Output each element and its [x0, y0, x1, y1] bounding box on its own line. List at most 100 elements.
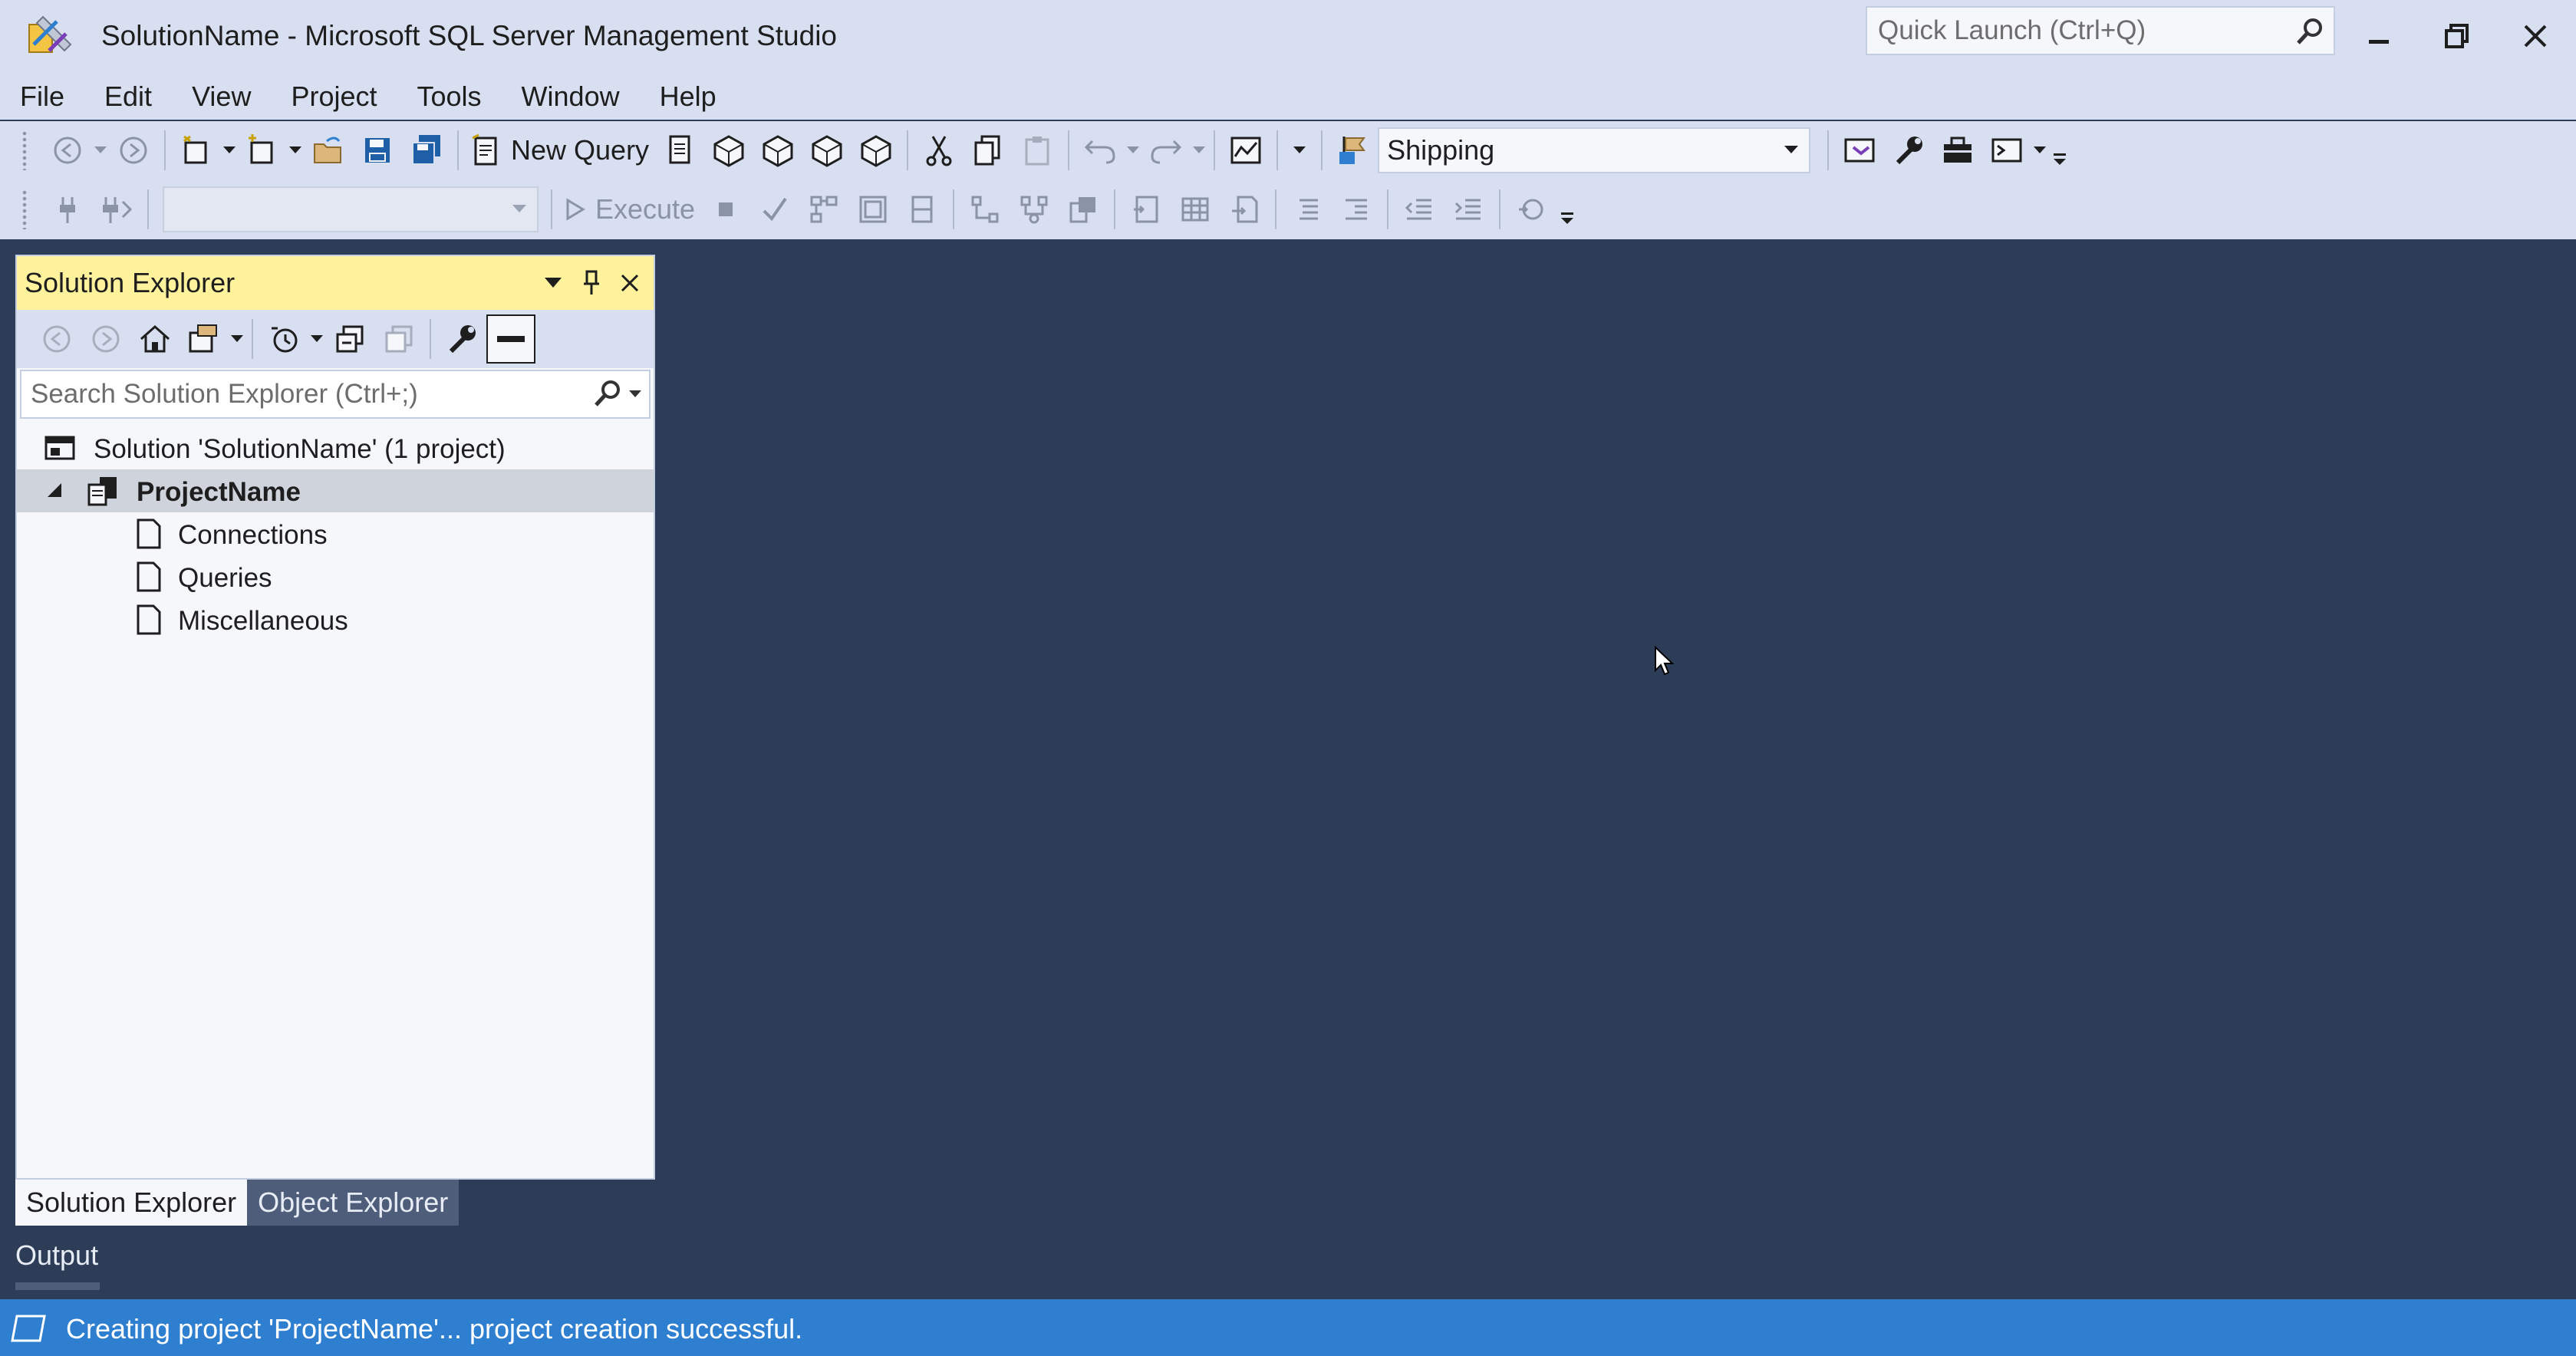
menu-file[interactable]: File: [0, 81, 84, 113]
query-options-button[interactable]: [848, 185, 898, 234]
redo-button[interactable]: [1141, 126, 1191, 175]
execute-icon-wrapper[interactable]: [558, 185, 592, 234]
search-icon[interactable]: [2292, 15, 2326, 49]
search-icon[interactable]: [589, 376, 626, 413]
copy-button[interactable]: [964, 126, 1013, 175]
output-tab[interactable]: Output: [15, 1239, 98, 1272]
open-file-button[interactable]: [304, 126, 353, 175]
close-icon: [2524, 25, 2547, 48]
tab-solution-explorer[interactable]: Solution Explorer: [15, 1180, 248, 1226]
preview-selected-items-button[interactable]: [486, 314, 535, 364]
tree-item-miscellaneous[interactable]: Miscellaneous: [17, 598, 654, 641]
change-connection-button[interactable]: [92, 185, 141, 234]
switch-views-dropdown[interactable]: [229, 314, 245, 364]
properties-button[interactable]: [1884, 126, 1933, 175]
xmla-query-button[interactable]: [802, 126, 852, 175]
solution-explorer-header[interactable]: Solution Explorer: [17, 256, 654, 310]
activity-monitor-button[interactable]: [1221, 126, 1270, 175]
close-panel-button[interactable]: [611, 264, 649, 302]
include-actual-plan-button[interactable]: [960, 185, 1010, 234]
execute-button[interactable]: Execute: [592, 193, 701, 225]
tree-item-connections[interactable]: Connections: [17, 512, 654, 555]
collapse-all-button[interactable]: [325, 314, 374, 364]
se-forward-button[interactable]: [81, 314, 130, 364]
solution-explorer-title: Solution Explorer: [25, 267, 236, 298]
add-item-dropdown[interactable]: [287, 126, 304, 175]
new-project-button[interactable]: [172, 126, 221, 175]
menu-tools[interactable]: Tools: [397, 81, 502, 113]
results-to-grid-button[interactable]: [1171, 185, 1220, 234]
se-properties-button[interactable]: [437, 314, 486, 364]
command-window-dropdown[interactable]: [2031, 126, 2048, 175]
toolbar-grip[interactable]: [21, 130, 29, 170]
add-item-button[interactable]: [238, 126, 287, 175]
toolbar-grip[interactable]: [21, 189, 29, 229]
tree-item-queries[interactable]: Queries: [17, 555, 654, 598]
back-dropdown[interactable]: [92, 126, 109, 175]
pending-changes-filter-button[interactable]: [259, 314, 308, 364]
home-button[interactable]: [130, 314, 180, 364]
toolbox-button[interactable]: [1933, 126, 1982, 175]
add-item-icon: [249, 134, 273, 164]
redo-dropdown[interactable]: [1191, 126, 1207, 175]
increase-indent-button[interactable]: [1444, 185, 1493, 234]
client-statistics-button[interactable]: [1059, 185, 1108, 234]
dmx-query-button[interactable]: [753, 126, 802, 175]
pending-changes-dropdown[interactable]: [308, 314, 325, 364]
search-options-chevron-down-icon[interactable]: [626, 389, 644, 400]
show-all-files-button[interactable]: [374, 314, 423, 364]
solution-configuration-icon-wrapper[interactable]: [1329, 126, 1378, 175]
tab-object-explorer[interactable]: Object Explorer: [247, 1180, 460, 1226]
menu-view[interactable]: View: [172, 81, 271, 113]
new-query-icon-wrapper[interactable]: [465, 126, 508, 175]
menu-edit[interactable]: Edit: [84, 81, 172, 113]
minimize-button[interactable]: [2354, 11, 2404, 61]
close-button[interactable]: [2510, 11, 2561, 61]
visual-studio-button[interactable]: [1835, 126, 1884, 175]
display-estimated-plan-button[interactable]: [799, 185, 848, 234]
undo-dropdown[interactable]: [1125, 126, 1141, 175]
parse-button[interactable]: [750, 185, 799, 234]
results-to-file-button[interactable]: [1220, 185, 1269, 234]
solution-explorer-search-input[interactable]: Search Solution Explorer (Ctrl+;): [20, 370, 651, 419]
expand-collapse-toggle[interactable]: [48, 483, 61, 497]
cancel-query-button[interactable]: [701, 185, 750, 234]
se-back-button[interactable]: [32, 314, 81, 364]
save-all-button[interactable]: [402, 126, 451, 175]
decrease-indent-button[interactable]: [1395, 185, 1444, 234]
tree-item-project[interactable]: ProjectName: [17, 469, 654, 512]
new-query-button[interactable]: New Query: [508, 134, 655, 166]
dax-query-button[interactable]: [852, 126, 901, 175]
specify-template-values-button[interactable]: [1507, 185, 1556, 234]
auto-hide-button[interactable]: [572, 264, 611, 302]
forward-button[interactable]: [109, 126, 158, 175]
toolbar-overflow-button[interactable]: [2048, 126, 2071, 175]
toolbar-overflow-button[interactable]: [1556, 185, 1579, 234]
solution-configuration-dropdown[interactable]: Shipping: [1378, 127, 1811, 173]
mdx-query-button[interactable]: [704, 126, 753, 175]
switch-views-button[interactable]: [180, 314, 229, 364]
available-databases-dropdown[interactable]: [163, 186, 539, 232]
tree-item-solution[interactable]: Solution 'SolutionName' (1 project): [17, 426, 654, 469]
menu-help[interactable]: Help: [640, 81, 736, 113]
paste-button[interactable]: [1013, 126, 1062, 175]
window-position-button[interactable]: [534, 264, 572, 302]
restore-button[interactable]: [2432, 11, 2482, 61]
quick-launch-input[interactable]: Quick Launch (Ctrl+Q): [1866, 6, 2335, 55]
save-button[interactable]: [353, 126, 402, 175]
menu-window[interactable]: Window: [502, 81, 640, 113]
live-query-statistics-button[interactable]: [1010, 185, 1059, 234]
comment-out-button[interactable]: [1283, 185, 1332, 234]
cut-button[interactable]: [914, 126, 964, 175]
results-to-text-button[interactable]: [1122, 185, 1171, 234]
menu-project[interactable]: Project: [271, 81, 397, 113]
command-window-button[interactable]: [1982, 126, 2031, 175]
find-dropdown[interactable]: [1284, 126, 1315, 175]
undo-button[interactable]: [1076, 126, 1125, 175]
connect-button[interactable]: [43, 185, 92, 234]
database-engine-query-button[interactable]: [655, 126, 704, 175]
new-project-dropdown[interactable]: [221, 126, 238, 175]
intellisense-button[interactable]: [898, 185, 947, 234]
uncomment-button[interactable]: [1332, 185, 1381, 234]
back-button[interactable]: [43, 126, 92, 175]
